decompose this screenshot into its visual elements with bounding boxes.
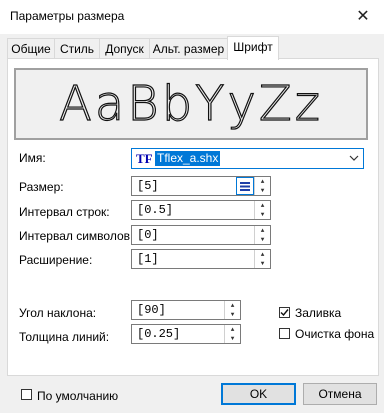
spin-down-icon[interactable]: ▼: [255, 210, 270, 219]
slant-field[interactable]: [90] ▲ ▼: [131, 300, 241, 320]
tab-font[interactable]: Шрифт: [227, 36, 279, 60]
fill-checkbox[interactable]: [279, 307, 290, 318]
size-field[interactable]: [5] ▲ ▼: [131, 176, 271, 196]
char-spacing-label: Интервал символов:: [19, 229, 134, 243]
line-thickness-spinner[interactable]: ▲ ▼: [224, 325, 240, 343]
size-value: [5]: [137, 179, 159, 193]
default-checkbox[interactable]: [21, 389, 32, 400]
expansion-value: [1]: [137, 252, 159, 266]
window-title: Параметры размера: [10, 9, 125, 23]
line-spacing-spinner[interactable]: ▲ ▼: [254, 201, 270, 219]
line-spacing-field[interactable]: [0.5] ▲ ▼: [131, 200, 271, 220]
slant-label: Угол наклона:: [19, 306, 97, 320]
spin-down-icon[interactable]: ▼: [255, 259, 270, 268]
expansion-spinner[interactable]: ▲ ▼: [254, 250, 270, 268]
spin-down-icon[interactable]: ▼: [255, 186, 270, 195]
spin-up-icon[interactable]: ▲: [255, 201, 270, 210]
line-thickness-value: [0.25]: [137, 327, 181, 341]
expansion-field[interactable]: [1] ▲ ▼: [131, 249, 271, 269]
tflex-font-icon: TF: [136, 151, 153, 166]
list-icon[interactable]: [236, 177, 254, 195]
name-label: Имя:: [19, 151, 46, 165]
spin-down-icon[interactable]: ▼: [225, 310, 240, 319]
spin-up-icon[interactable]: ▲: [225, 325, 240, 334]
spin-up-icon[interactable]: ▲: [225, 301, 240, 310]
preview-sample-text: AaBbYyZz: [59, 76, 323, 132]
line-thickness-label: Толщина линий:: [19, 330, 110, 344]
font-name-select[interactable]: TF Tflex_a.shx: [131, 148, 364, 169]
slant-spinner[interactable]: ▲ ▼: [224, 301, 240, 319]
line-thickness-field[interactable]: [0.25] ▲ ▼: [131, 324, 241, 344]
expansion-label: Расширение:: [19, 253, 93, 267]
preview-text: AaBbYyZz: [58, 75, 323, 132]
tab-alt-dimension[interactable]: Альт. размер: [149, 38, 228, 59]
size-spinner[interactable]: ▲ ▼: [254, 177, 270, 195]
default-label: По умолчанию: [37, 389, 119, 403]
font-name-value: Tflex_a.shx: [155, 151, 221, 166]
tab-tolerance[interactable]: Допуск: [99, 38, 150, 59]
spin-up-icon[interactable]: ▲: [255, 250, 270, 259]
ok-button[interactable]: OK: [221, 383, 296, 405]
spin-down-icon[interactable]: ▼: [225, 334, 240, 343]
spin-up-icon[interactable]: ▲: [255, 226, 270, 235]
slant-value: [90]: [137, 303, 166, 317]
chevron-down-icon: [349, 152, 359, 167]
spin-up-icon[interactable]: ▲: [255, 177, 270, 186]
char-spacing-field[interactable]: [0] ▲ ▼: [131, 225, 271, 245]
fill-label: Заливка: [295, 306, 342, 320]
cancel-button[interactable]: Отмена: [303, 383, 377, 405]
line-spacing-value: [0.5]: [137, 203, 174, 217]
line-spacing-label: Интервал строк:: [19, 205, 110, 219]
clear-background-checkbox[interactable]: [279, 328, 290, 339]
close-icon[interactable]: ✕: [352, 6, 374, 28]
checkmark-icon: [280, 309, 289, 317]
spin-down-icon[interactable]: ▼: [255, 235, 270, 244]
font-preview: AaBbYyZz: [14, 68, 368, 140]
clear-background-label: Очистка фона: [295, 327, 375, 341]
tab-general[interactable]: Общие: [7, 38, 55, 59]
size-label: Размер:: [19, 180, 64, 194]
char-spacing-value: [0]: [137, 228, 159, 242]
char-spacing-spinner[interactable]: ▲ ▼: [254, 226, 270, 244]
tab-style[interactable]: Стиль: [54, 38, 100, 59]
